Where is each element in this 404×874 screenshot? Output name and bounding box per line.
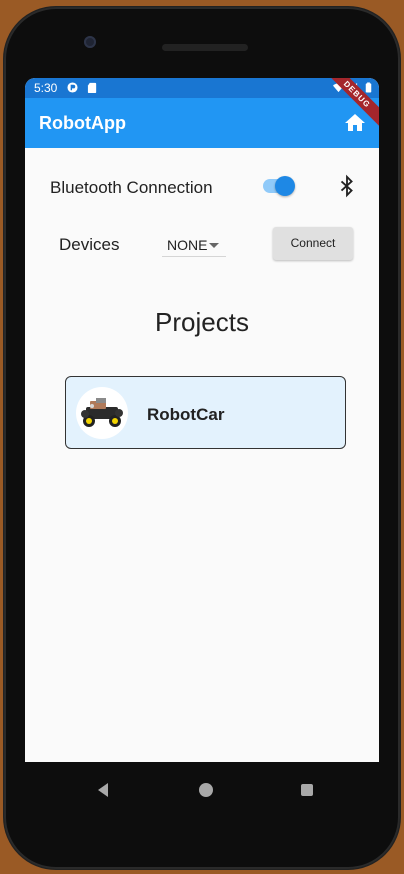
project-name: RobotCar xyxy=(147,405,225,424)
nav-home-icon[interactable] xyxy=(199,783,213,797)
devices-label: Devices xyxy=(59,235,120,254)
status-time: 5:30 xyxy=(34,81,58,95)
devices-dropdown[interactable]: NONE xyxy=(162,234,226,257)
bluetooth-icon[interactable] xyxy=(336,174,358,198)
front-camera xyxy=(84,36,96,48)
app-screen: 5:30 RobotApp DEBUG Bluetooth Connection… xyxy=(25,78,379,762)
system-nav-bar xyxy=(25,762,379,818)
chevron-down-icon xyxy=(209,243,219,248)
phone-frame: 5:30 RobotApp DEBUG Bluetooth Connection… xyxy=(4,7,400,869)
app-bar: RobotApp xyxy=(25,98,379,148)
bluetooth-connection-label: Bluetooth Connection xyxy=(50,178,213,197)
robot-car-image xyxy=(81,398,123,427)
recent-apps-icon[interactable] xyxy=(301,784,313,796)
bluetooth-toggle-thumb xyxy=(275,176,295,196)
notification-app-icon xyxy=(67,82,78,93)
bluetooth-toggle[interactable] xyxy=(261,176,295,196)
battery-icon xyxy=(365,82,372,93)
app-title: RobotApp xyxy=(39,113,126,133)
status-bar: 5:30 xyxy=(25,78,379,98)
project-card-robotcar[interactable]: RobotCar xyxy=(65,376,346,449)
connect-button[interactable]: Connect xyxy=(273,227,353,260)
back-icon[interactable] xyxy=(95,782,111,798)
projects-title: Projects xyxy=(155,307,249,337)
devices-dropdown-value: NONE xyxy=(167,237,208,253)
sd-card-icon xyxy=(87,82,97,93)
robot-car-avatar xyxy=(76,387,128,439)
earpiece-speaker xyxy=(162,44,248,51)
home-icon[interactable] xyxy=(343,111,367,135)
